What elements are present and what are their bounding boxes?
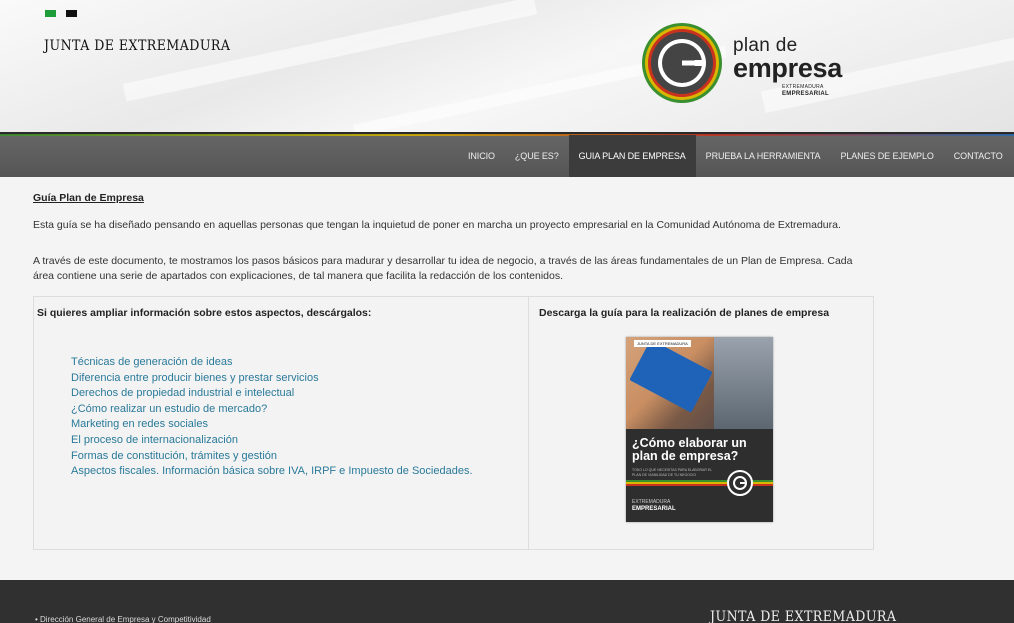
cover-tag: JUNTA DE EXTREMADURA bbox=[634, 340, 691, 347]
topic-link[interactable]: Diferencia entre producir bienes y prest… bbox=[71, 371, 473, 387]
site-header: JUNTA DE EXTREMADURA plan de empresa EXT… bbox=[0, 0, 1014, 132]
logo-line-2: empresa bbox=[733, 53, 842, 83]
cover-brand: EXTREMADURA EMPRESARIAL bbox=[632, 499, 676, 513]
intro-paragraph: Esta guía se ha diseñado pensando en aqu… bbox=[33, 219, 841, 231]
nav-items: INICIO ¿QUE ES? GUIA PLAN DE EMPRESA PRU… bbox=[458, 135, 1013, 177]
topics-list: Técnicas de generación de ideas Diferenc… bbox=[71, 355, 473, 480]
logo-line-3: EXTREMADURA bbox=[782, 84, 824, 90]
logo-line-4: EMPRESARIAL bbox=[782, 91, 829, 97]
downloads-panel: Si quieres ampliar información sobre est… bbox=[33, 296, 874, 550]
nav-item-inicio[interactable]: INICIO bbox=[458, 135, 505, 177]
flag-icon bbox=[45, 10, 77, 17]
guide-heading: Descarga la guía para la realización de … bbox=[539, 307, 830, 319]
topic-link[interactable]: Derechos de propiedad industrial e intel… bbox=[71, 386, 473, 402]
topic-link[interactable]: El proceso de internacionalización bbox=[71, 433, 473, 449]
nav-item-guia-plan-de-empresa[interactable]: GUIA PLAN DE EMPRESA bbox=[568, 135, 696, 177]
topic-link[interactable]: Formas de constitución, trámites y gesti… bbox=[71, 449, 473, 465]
nav-item-contacto[interactable]: CONTACTO bbox=[944, 135, 1013, 177]
nav-item-prueba-la-herramienta[interactable]: PRUEBA LA HERRAMIENTA bbox=[696, 135, 831, 177]
cover-brand-line-2: EMPRESARIAL bbox=[632, 506, 676, 512]
guide-download-column: Descarga la guía para la realización de … bbox=[530, 297, 873, 549]
topic-link[interactable]: ¿Cómo realizar un estudio de mercado? bbox=[71, 402, 473, 418]
junta-logo[interactable]: JUNTA DE EXTREMADURA bbox=[44, 38, 230, 54]
topics-heading: Si quieres ampliar información sobre est… bbox=[37, 307, 372, 319]
topic-link[interactable]: Aspectos fiscales. Información básica so… bbox=[71, 464, 473, 480]
site-footer: • Dirección General de Empresa y Competi… bbox=[0, 580, 1014, 623]
footer-link-direccion-general[interactable]: • Dirección General de Empresa y Competi… bbox=[35, 615, 211, 623]
topics-column: Si quieres ampliar información sobre est… bbox=[34, 297, 529, 549]
nav-item-planes-de-ejemplo[interactable]: PLANES DE EJEMPLO bbox=[830, 135, 943, 177]
cover-question: ¿Cómo elaborar un plan de empresa? bbox=[632, 436, 747, 463]
topic-link[interactable]: Técnicas de generación de ideas bbox=[71, 355, 473, 371]
guide-cover-image[interactable]: JUNTA DE EXTREMADURA ¿Cómo elaborar un p… bbox=[626, 337, 773, 522]
power-g-icon bbox=[727, 470, 753, 496]
page-title: Guía Plan de Empresa bbox=[33, 192, 144, 204]
plan-de-empresa-logo[interactable]: plan de empresa EXTREMADURA EMPRESARIAL bbox=[733, 36, 842, 97]
description-paragraph: A través de este documento, te mostramos… bbox=[33, 255, 853, 282]
nav-item-que-es[interactable]: ¿QUE ES? bbox=[505, 135, 569, 177]
cover-brand-line-1: EXTREMADURA bbox=[632, 499, 671, 505]
topic-link[interactable]: Marketing en redes sociales bbox=[71, 417, 473, 433]
laptop-image bbox=[714, 337, 773, 429]
footer-junta-logo[interactable]: JUNTA DE EXTREMADURA bbox=[710, 609, 896, 623]
power-g-icon[interactable] bbox=[641, 22, 723, 104]
cover-subtitle: TODO LO QUE NECESITAS PARA ELABORAR EL P… bbox=[632, 468, 713, 477]
